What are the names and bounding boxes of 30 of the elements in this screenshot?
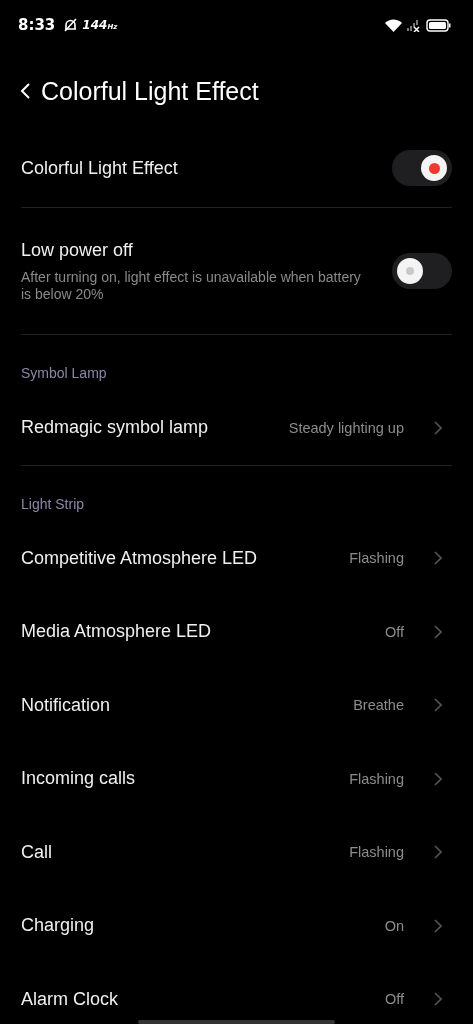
status-time: 8:33 — [18, 16, 56, 34]
toggle-switch[interactable] — [392, 150, 452, 186]
battery-icon — [426, 18, 451, 32]
page-title: Colorful Light Effect — [41, 76, 259, 106]
setting-label: Colorful Light Effect — [21, 157, 179, 179]
setting-label: Low power off — [21, 239, 134, 261]
section-header: Light Strip — [21, 494, 86, 514]
chevron-icon — [434, 420, 442, 435]
chevron-icon — [434, 551, 442, 566]
chevron-icon — [434, 992, 442, 1007]
settings-row[interactable]: Incoming calls Flashing — [21, 742, 452, 816]
bell-off-icon — [64, 18, 78, 32]
setting-description: After turning on, light effect is unavailable when battery is below 20% — [21, 268, 362, 303]
toggle-switch[interactable] — [392, 253, 452, 289]
wifi-icon — [385, 18, 402, 32]
chevron-icon — [434, 918, 442, 933]
chevron-icon — [434, 624, 442, 639]
section-header: Symbol Lamp — [21, 364, 108, 383]
settings-row[interactable]: Call Flashing — [21, 815, 452, 889]
settings-row[interactable]: Redmagic symbol lamp Steady lighting up — [21, 391, 452, 465]
settings-row[interactable]: Charging On — [21, 889, 452, 963]
settings-row[interactable]: Alarm Clock Off — [21, 962, 452, 1024]
settings-row[interactable]: Notification Breathe — [21, 668, 452, 742]
signal-icon — [407, 18, 421, 32]
settings-row[interactable]: Competitive Atmosphere LED Flashing — [21, 521, 452, 595]
chevron-icon — [434, 771, 442, 786]
settings-row[interactable]: Media Atmosphere LED Off — [21, 595, 452, 669]
chevron-icon — [434, 845, 442, 860]
back-icon[interactable] — [20, 82, 31, 100]
chevron-icon — [434, 698, 442, 713]
